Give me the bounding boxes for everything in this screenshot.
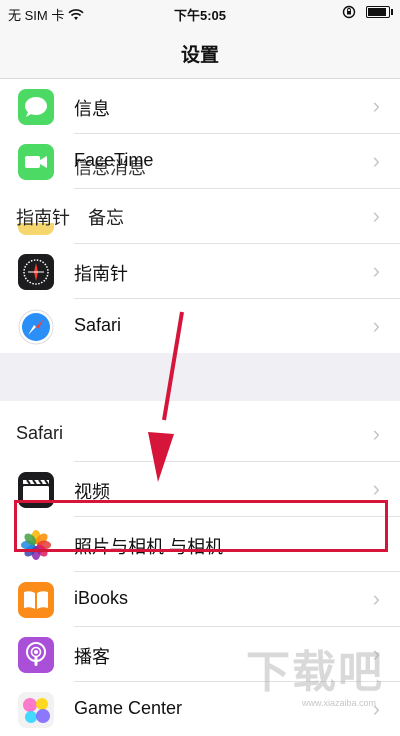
ibooks-icon [18, 582, 54, 618]
status-bar: 无 SIM 卡 下午5:05 [0, 0, 400, 26]
watermark-url: www.xiazaiba.com [301, 698, 376, 708]
row-label: Game Center [74, 698, 183, 718]
row-label: 指南针 [74, 264, 128, 284]
messages-icon [18, 89, 54, 125]
row-label-overlay: Safari [16, 423, 64, 443]
row-label: iBooks [74, 588, 129, 608]
row-label: 信息 [74, 99, 110, 119]
chevron-right-icon: › [372, 148, 380, 173]
row-label-overlay: 信息消息 [74, 158, 146, 178]
battery-fill [368, 8, 387, 16]
status-time: 下午5:05 [173, 8, 227, 23]
chevron-right-icon: › [372, 93, 380, 118]
settings-row-messages[interactable]: 信息 › [0, 79, 400, 133]
facetime-icon [18, 144, 54, 180]
chevron-right-icon: › [372, 421, 380, 446]
compass-icon [18, 254, 54, 290]
safari-icon [18, 309, 54, 345]
settings-row-notes[interactable]: 指南针 备忘 › [0, 189, 400, 243]
row-label: 备忘 [88, 208, 124, 228]
row-label: Safari [74, 315, 122, 335]
chevron-right-icon: › [372, 586, 380, 611]
chevron-right-icon: › [372, 258, 380, 283]
chevron-right-icon: › [372, 313, 380, 338]
highlight-box [14, 500, 388, 552]
status-right [342, 5, 393, 19]
page-title: 设置 [180, 45, 219, 66]
settings-row-facetime[interactable]: FaceTime 信息消息 › [0, 134, 400, 188]
nav-bar: 设置 [0, 26, 400, 79]
game-center-icon [18, 692, 54, 728]
podcasts-icon [18, 637, 54, 673]
chevron-right-icon: › [372, 476, 380, 501]
row-label-overlay: 指南针 [16, 208, 70, 228]
settings-row-compass[interactable]: 指南针 › [0, 244, 400, 298]
watermark-logo: 下载吧 [246, 648, 384, 697]
settings-group-1: 信息 › FaceTime 信息消息 › 指南针 备忘 › 指南针 › Safa… [0, 79, 400, 353]
settings-row-safari[interactable]: Safari › [0, 299, 400, 353]
battery-icon [366, 6, 393, 18]
row-label: 播客 [74, 647, 110, 667]
section-gap [0, 353, 400, 401]
chevron-right-icon: › [372, 203, 380, 228]
settings-row-ibooks[interactable]: iBooks › [0, 572, 400, 626]
rotation-lock-icon [342, 5, 356, 19]
settings-row-blank[interactable]: Safari › [0, 401, 400, 461]
